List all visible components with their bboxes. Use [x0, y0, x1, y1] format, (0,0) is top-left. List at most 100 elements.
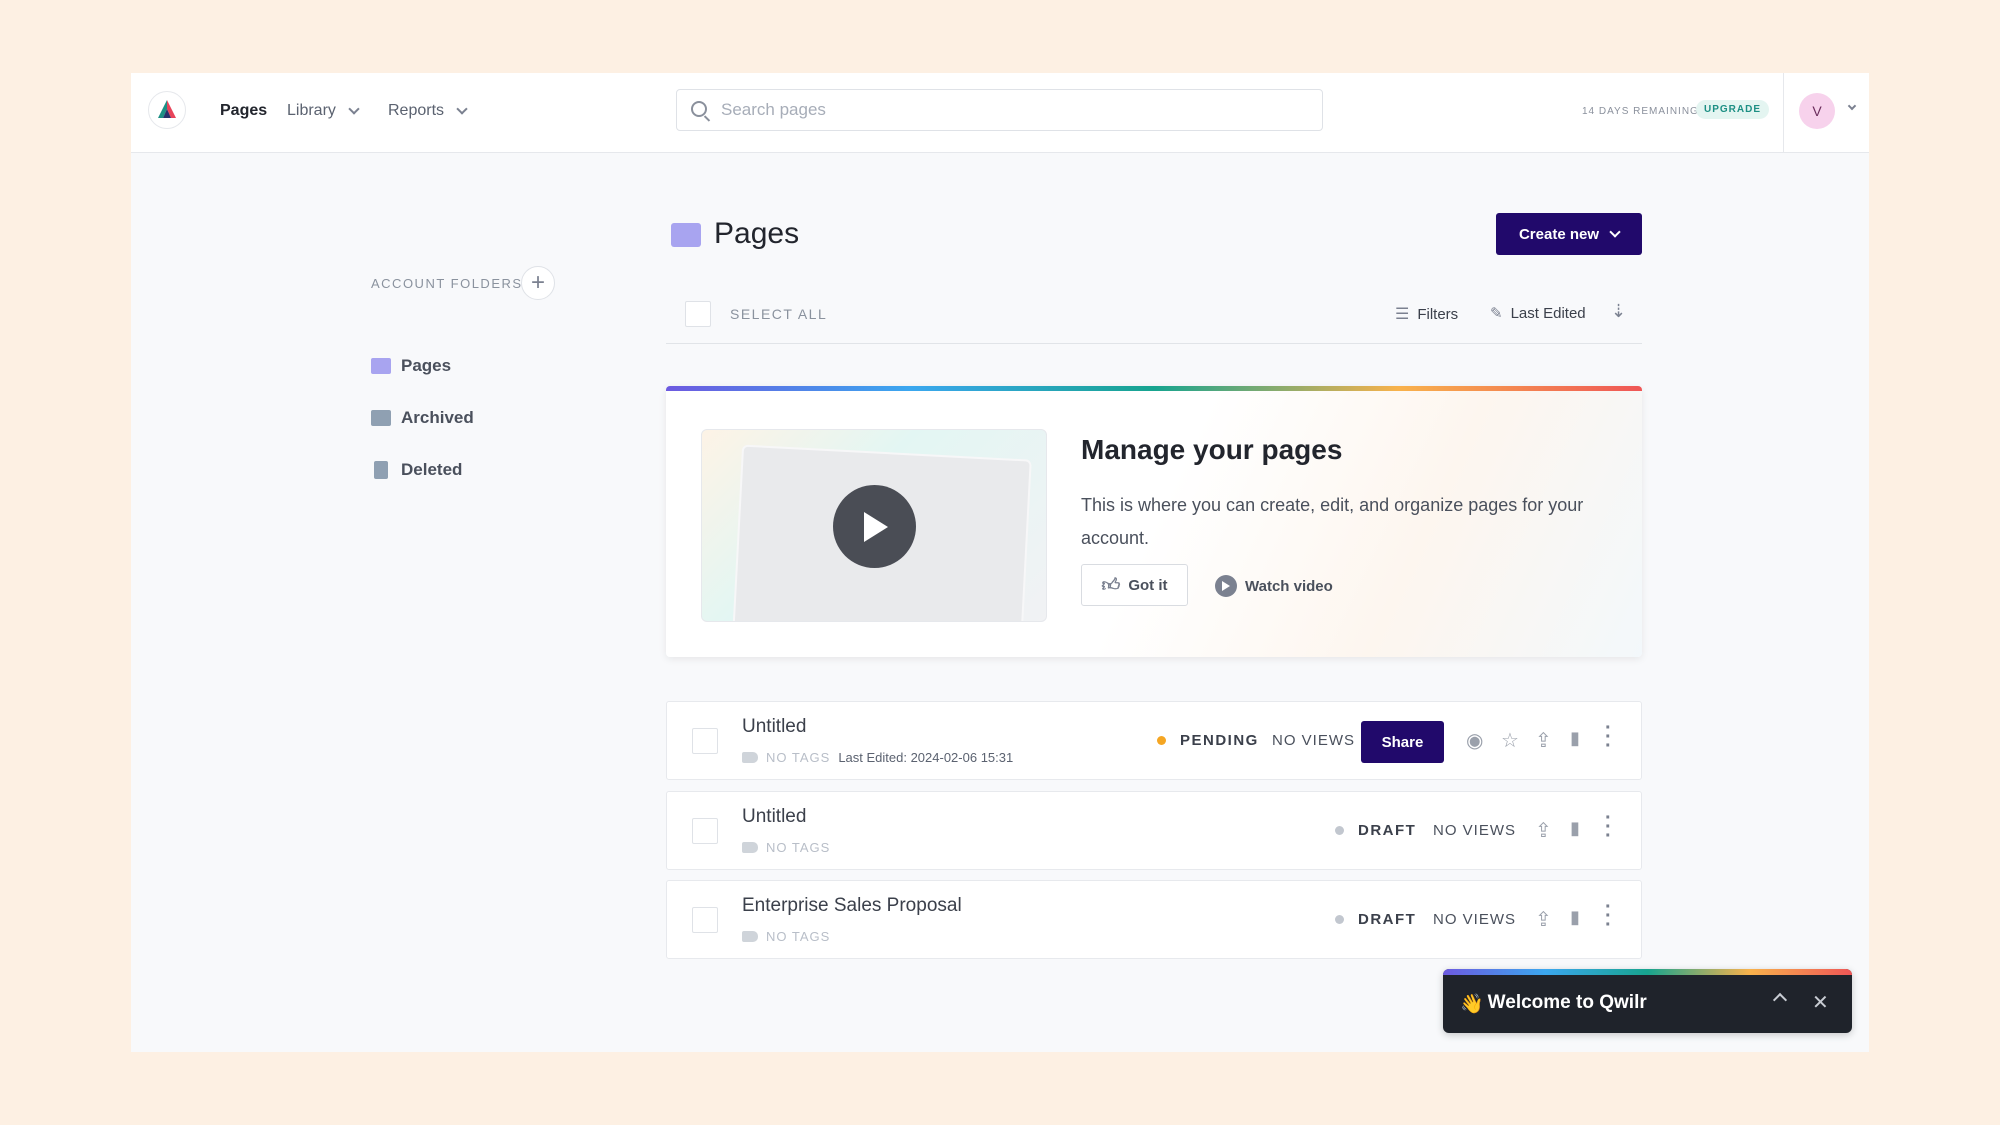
toast-text: Welcome to Qwilr	[1487, 992, 1647, 1013]
onboarding-card: Manage your pages This is where you can …	[666, 386, 1642, 657]
row-checkbox[interactable]	[692, 907, 718, 933]
nav-pages-label: Pages	[220, 102, 268, 119]
sidebar-item-pages[interactable]: Pages	[371, 356, 451, 376]
more-icon[interactable]: · · ·	[1605, 808, 1612, 846]
star-icon[interactable]: ☆	[1501, 728, 1519, 753]
avatar[interactable]: V	[1799, 93, 1835, 129]
search-input[interactable]: Search pages	[676, 89, 1323, 131]
tag-icon	[742, 842, 758, 853]
pencil-icon: ✎	[1490, 305, 1503, 322]
chevron-down-icon	[456, 103, 468, 115]
toast-title: 👋 Welcome to Qwilr	[1460, 992, 1647, 1016]
trash-icon	[374, 461, 388, 479]
page-name[interactable]: Enterprise Sales Proposal	[742, 895, 962, 917]
filters-button[interactable]: ☰ Filters	[1395, 304, 1458, 324]
table-row[interactable]: Enterprise Sales Proposal NO TAGS DRAFT …	[666, 880, 1642, 959]
logo[interactable]	[148, 91, 186, 129]
status-badge: DRAFT	[1335, 911, 1416, 928]
sort-direction-icon[interactable]: ⇣	[1611, 301, 1626, 322]
filter-icon: ☰	[1395, 306, 1410, 323]
status-label: DRAFT	[1358, 822, 1417, 839]
sidebar-item-label: Archived	[401, 408, 474, 427]
row-checkbox[interactable]	[692, 728, 718, 754]
chevron-down-icon	[1609, 226, 1621, 238]
analytics-icon[interactable]: ▮	[1570, 907, 1580, 928]
search-placeholder: Search pages	[721, 100, 826, 119]
page-name[interactable]: Untitled	[742, 716, 806, 738]
select-all-checkbox[interactable]	[685, 301, 711, 327]
sidebar-item-label: Deleted	[401, 460, 463, 479]
sort-field-button[interactable]: ✎ Last Edited	[1490, 304, 1586, 323]
select-all-label: SELECT ALL	[730, 306, 828, 322]
status-dot	[1335, 826, 1344, 835]
app-window: Pages Library Reports Search pages 14 DA…	[131, 73, 1869, 1052]
upload-icon[interactable]: ⇪	[1535, 907, 1552, 932]
nav-reports[interactable]: Reports	[388, 102, 468, 120]
close-icon[interactable]: ✕	[1812, 990, 1829, 1015]
table-row[interactable]: Untitled NO TAGS Last Edited: 2024-02-06 …	[666, 701, 1642, 780]
nav-library[interactable]: Library	[287, 102, 360, 120]
account-folders-heading: ACCOUNT FOLDERS	[371, 276, 523, 291]
upload-icon[interactable]: ⇪	[1535, 728, 1552, 753]
divider	[666, 343, 1642, 344]
tags-label: NO TAGS	[766, 929, 831, 944]
share-label: Share	[1381, 733, 1424, 751]
archive-icon	[371, 410, 391, 426]
play-button[interactable]	[833, 485, 916, 568]
eye-icon[interactable]: ◉	[1466, 728, 1483, 753]
onboarding-title: Manage your pages	[1081, 434, 1343, 465]
chevron-down-icon[interactable]	[1847, 101, 1857, 111]
tag-icon	[742, 931, 758, 942]
analytics-icon[interactable]: ▮	[1570, 818, 1580, 839]
folder-icon	[371, 358, 391, 374]
upload-icon[interactable]: ⇪	[1535, 818, 1552, 843]
sidebar-item-deleted[interactable]: Deleted	[371, 460, 462, 480]
create-new-button[interactable]: Create new	[1496, 213, 1642, 255]
top-nav: Pages Library Reports Search pages 14 DA…	[131, 73, 1869, 153]
tags-label: NO TAGS	[766, 750, 831, 765]
chevron-up-icon[interactable]	[1772, 992, 1788, 1008]
nav-reports-label: Reports	[388, 102, 445, 119]
gradient-bar	[1443, 969, 1852, 975]
gradient-bar	[666, 386, 1642, 391]
status-dot	[1335, 915, 1344, 924]
nav-library-label: Library	[287, 102, 336, 119]
page-name[interactable]: Untitled	[742, 806, 806, 828]
got-it-label: Got it	[1128, 576, 1168, 594]
video-thumbnail[interactable]	[701, 429, 1047, 622]
avatar-initial: V	[1812, 103, 1822, 119]
chevron-down-icon	[348, 103, 360, 115]
watch-video-label: Watch video	[1245, 577, 1333, 595]
welcome-toast[interactable]: 👋 Welcome to Qwilr ✕	[1443, 969, 1852, 1033]
onboarding-body: This is where you can create, edit, and …	[1081, 495, 1584, 548]
add-folder-button[interactable]: +	[521, 266, 555, 300]
sidebar-item-archived[interactable]: Archived	[371, 408, 474, 428]
thumbs-up-icon: 👍︎	[1101, 575, 1121, 595]
analytics-icon[interactable]: ▮	[1570, 728, 1580, 749]
table-row[interactable]: Untitled NO TAGS DRAFT NO VIEWS ⇪ ▮ · · ·	[666, 791, 1642, 870]
share-button[interactable]: Share	[1361, 721, 1444, 763]
more-icon[interactable]: · · ·	[1605, 897, 1612, 935]
views-count: NO VIEWS	[1272, 732, 1356, 749]
tag-icon	[742, 752, 758, 763]
tags: NO TAGS Last Edited: 2024-02-06 15:31	[742, 750, 1013, 765]
more-icon[interactable]: · · ·	[1605, 718, 1612, 756]
trial-remaining: 14 DAYS REMAINING	[1582, 106, 1699, 117]
upgrade-button[interactable]: UPGRADE	[1696, 100, 1770, 119]
status-badge: DRAFT	[1335, 822, 1416, 839]
status-dot	[1157, 736, 1166, 745]
wave-icon: 👋	[1460, 994, 1484, 1015]
tags: NO TAGS	[742, 840, 830, 855]
sidebar-item-label: Pages	[401, 356, 452, 375]
qwilr-logo-icon	[158, 100, 176, 118]
search-icon	[691, 101, 707, 117]
play-circle-icon	[1215, 575, 1237, 597]
nav-pages[interactable]: Pages	[220, 102, 267, 120]
row-checkbox[interactable]	[692, 818, 718, 844]
tags-label: NO TAGS	[766, 840, 831, 855]
watch-video-button[interactable]: Watch video	[1215, 575, 1333, 597]
filters-label: Filters	[1417, 305, 1459, 323]
folder-icon	[671, 223, 701, 247]
got-it-button[interactable]: 👍︎ Got it	[1081, 564, 1188, 606]
play-icon	[863, 511, 888, 542]
